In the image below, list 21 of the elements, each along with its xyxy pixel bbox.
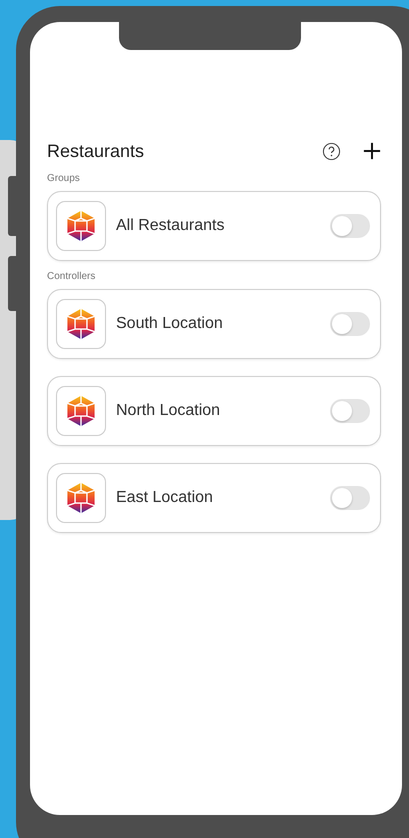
app-logo-icon (56, 201, 106, 251)
location-card[interactable]: All Restaurants (47, 191, 381, 261)
app-logo-icon (56, 299, 106, 349)
app-logo-icon (56, 386, 106, 436)
app-logo-icon (56, 473, 106, 523)
location-name: All Restaurants (116, 217, 226, 235)
location-card[interactable]: North Location (47, 376, 381, 446)
section-label: Controllers (47, 271, 96, 282)
toggle-switch[interactable] (330, 399, 370, 423)
page-title: Restaurants (47, 140, 146, 162)
toggle-switch[interactable] (330, 312, 370, 336)
location-name: North Location (116, 402, 222, 420)
help-icon[interactable] (322, 142, 341, 160)
location-card[interactable]: South Location (47, 289, 381, 359)
add-icon[interactable] (363, 142, 381, 160)
toggle-switch[interactable] (330, 214, 370, 238)
location-name: South Location (116, 315, 224, 333)
location-name: East Location (116, 489, 214, 507)
toggle-switch[interactable] (330, 486, 370, 510)
section-label: Groups (47, 173, 81, 184)
location-card[interactable]: East Location (47, 463, 381, 533)
